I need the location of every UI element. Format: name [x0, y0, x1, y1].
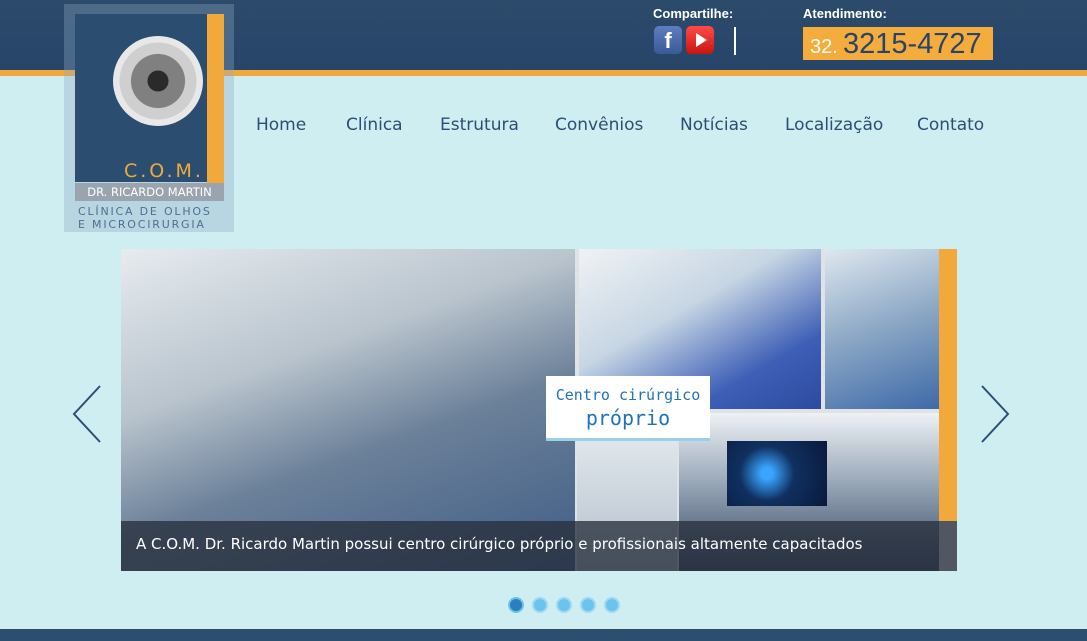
slider-dot-3[interactable] [556, 597, 572, 613]
nav-item-home[interactable]: Home [256, 115, 306, 135]
slide-photo-microscope [825, 249, 939, 409]
main-nav: Home Clínica Estrutura Convênios Notícia… [0, 115, 1087, 139]
slider-dot-2[interactable] [532, 597, 548, 613]
nav-item-noticias[interactable]: Notícias [680, 115, 748, 135]
attendance-label: Atendimento: [803, 6, 887, 21]
slider-dot-5[interactable] [604, 597, 620, 613]
nav-item-clinica[interactable]: Clínica [346, 115, 403, 135]
monitor-screen [727, 441, 827, 506]
slider-dot-4[interactable] [580, 597, 596, 613]
phone-prefix: 32. [810, 36, 838, 58]
logo-tagline-2: E MICROCIRURGIA [78, 218, 206, 231]
nav-item-convenios[interactable]: Convênios [555, 115, 643, 135]
slider-next-arrow-icon[interactable] [976, 384, 1016, 444]
share-label: Compartilhe: [653, 6, 734, 21]
nav-item-estrutura[interactable]: Estrutura [440, 115, 519, 135]
slider-accent-edge [939, 249, 957, 521]
slider-prev-arrow-icon[interactable] [70, 384, 110, 444]
phone-number: 3215-4727 [843, 28, 982, 60]
youtube-icon[interactable] [686, 26, 714, 54]
logo-doctor-name: DR. RICARDO MARTIN [75, 183, 224, 201]
slide-tag-card: Centro cirúrgico próprio [546, 376, 710, 441]
slide-caption-bar: A C.O.M. Dr. Ricardo Martin possui centr… [121, 521, 957, 571]
facebook-icon[interactable]: f [654, 26, 682, 54]
logo-brand-text: C.O.M. [124, 160, 204, 182]
header-separator [734, 27, 736, 55]
footer-bar [0, 629, 1087, 641]
slider-dot-1[interactable] [508, 597, 524, 613]
slide-tag-line-1: Centro cirúrgico [555, 386, 701, 404]
slide-tag-line-2: próprio [585, 406, 671, 430]
image-slider[interactable]: Centro cirúrgico próprio A C.O.M. Dr. Ri… [121, 249, 957, 571]
eye-logo-icon [113, 36, 203, 126]
nav-item-contato[interactable]: Contato [917, 115, 984, 135]
slider-pagination [508, 597, 628, 613]
nav-item-localizacao[interactable]: Localização [785, 115, 883, 135]
logo-tagline-1: CLÍNICA DE OLHOS [78, 205, 212, 218]
slide-caption: A C.O.M. Dr. Ricardo Martin possui centr… [136, 535, 863, 553]
phone-box: 32. 3215-4727 [803, 27, 993, 60]
